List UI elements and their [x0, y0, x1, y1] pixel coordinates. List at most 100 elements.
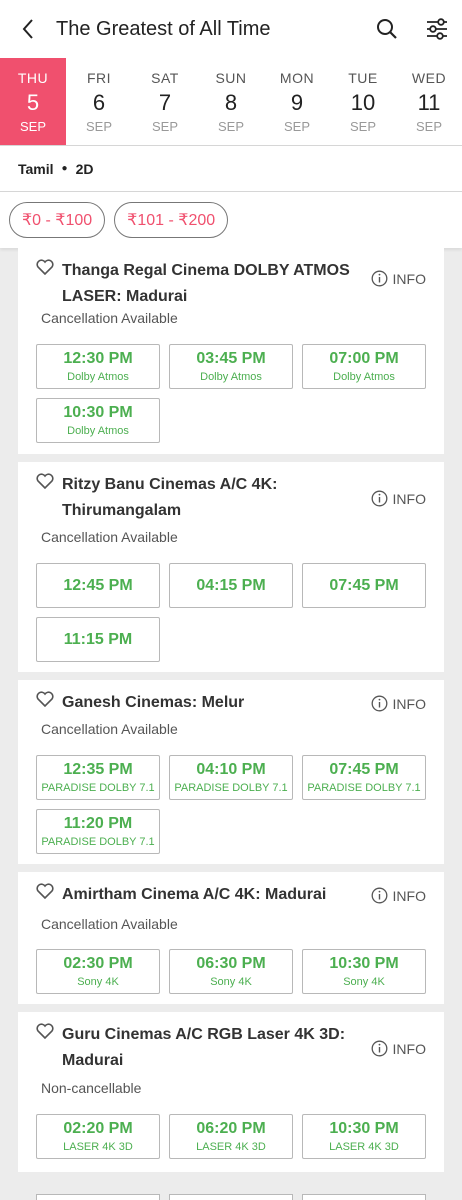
showtime-button[interactable]: 04:10 PM PARADISE DOLBY 7.1: [169, 755, 293, 800]
show-format: Sony 4K: [343, 976, 385, 988]
showtime-button[interactable]: 12:35 PM PARADISE DOLBY 7.1: [36, 755, 160, 800]
cinema-header: Ganesh Cinemas: Melur: [36, 690, 426, 716]
date-num: 10: [350, 90, 376, 115]
show-format: PARADISE DOLBY 7.1: [307, 782, 421, 794]
show-format: PARADISE DOLBY 7.1: [174, 782, 288, 794]
date-thu-5[interactable]: THU 5 SEP: [0, 58, 66, 145]
showtime-button[interactable]: 06:20 PM LASER 4K 3D: [169, 1114, 293, 1159]
showtime-button[interactable]: 07:45 PM PARADISE DOLBY 7.1: [302, 755, 426, 800]
date-dow: TUE: [348, 70, 378, 86]
cinema-name[interactable]: Thanga Regal Cinema DOLBY ATMOS LASER: M…: [62, 258, 362, 310]
showtime-button[interactable]: 03:45 PM Dolby Atmos: [169, 344, 293, 389]
next-showtime-button[interactable]: [302, 1194, 426, 1200]
back-button[interactable]: [0, 0, 56, 58]
showtime-button[interactable]: 12:30 PM Dolby Atmos: [36, 344, 160, 389]
date-num: 6: [92, 90, 106, 115]
info-button[interactable]: INFO: [371, 695, 426, 712]
show-format: Dolby Atmos: [333, 371, 395, 383]
showtime-button[interactable]: 06:30 PM Sony 4K: [169, 949, 293, 994]
date-mon-9[interactable]: MON 9 SEP: [264, 58, 330, 145]
date-sat-7[interactable]: SAT 7 SEP: [132, 58, 198, 145]
next-showtime-button[interactable]: [36, 1194, 160, 1200]
price-chip-101-200[interactable]: ₹101 - ₹200: [114, 202, 229, 238]
info-button[interactable]: INFO: [371, 1040, 426, 1057]
date-num: 11: [417, 90, 441, 115]
language-label: Tamil: [18, 160, 54, 177]
date-dow: SAT: [151, 70, 179, 86]
showtime-button[interactable]: 10:30 PM Sony 4K: [302, 949, 426, 994]
showtime-button[interactable]: 11:15 PM: [36, 617, 160, 662]
showtime-button[interactable]: 11:20 PM PARADISE DOLBY 7.1: [36, 809, 160, 854]
info-button[interactable]: INFO: [371, 887, 426, 904]
date-num: 7: [158, 90, 172, 115]
language-format-filter[interactable]: Tamil ● 2D: [0, 146, 462, 192]
cinema-name[interactable]: Amirtham Cinema A/C 4K: Madurai: [62, 882, 362, 908]
showtime-button[interactable]: 12:45 PM: [36, 563, 160, 608]
show-format: LASER 4K 3D: [196, 1141, 266, 1153]
show-format: Dolby Atmos: [67, 425, 129, 437]
cinema-card: Thanga Regal Cinema DOLBY ATMOS LASER: M…: [18, 248, 444, 462]
info-icon: [371, 270, 387, 287]
price-chip-0-100[interactable]: ₹0 - ₹100: [9, 202, 106, 238]
cinema-name[interactable]: Ganesh Cinemas: Melur: [62, 690, 362, 716]
showtime-button[interactable]: 02:30 PM Sony 4K: [36, 949, 160, 994]
date-tue-10[interactable]: TUE 10 SEP: [330, 58, 396, 145]
info-icon: [371, 1040, 387, 1057]
heart-icon[interactable]: [36, 258, 62, 310]
info-button[interactable]: INFO: [371, 490, 426, 507]
showtime: 10:30 PM: [329, 1120, 399, 1137]
cancellation-status: Cancellation Available: [41, 721, 178, 737]
cinema-header: Amirtham Cinema A/C 4K: Madurai: [36, 882, 426, 908]
cinema-name[interactable]: Guru Cinemas A/C RGB Laser 4K 3D: Madura…: [62, 1022, 362, 1074]
cinema-list: Thanga Regal Cinema DOLBY ATMOS LASER: M…: [18, 248, 444, 1180]
search-button[interactable]: [362, 0, 412, 58]
heart-icon[interactable]: [36, 690, 62, 716]
cinema-card: Ganesh Cinemas: Melur INFO Cancellation …: [18, 680, 444, 872]
heart-icon[interactable]: [36, 472, 62, 524]
filter-button[interactable]: [412, 0, 462, 58]
date-dow: FRI: [86, 70, 112, 86]
format-label: 2D: [75, 160, 94, 177]
cinema-name[interactable]: Ritzy Banu Cinemas A/C 4K: Thirumangalam: [62, 472, 362, 524]
showtime: 07:00 PM: [329, 350, 399, 367]
info-icon: [371, 695, 387, 712]
showtime: 12:45 PM: [63, 576, 133, 594]
showtime-button[interactable]: 10:30 PM LASER 4K 3D: [302, 1114, 426, 1159]
showtime-button[interactable]: 04:15 PM: [169, 563, 293, 608]
showtime-button[interactable]: 07:45 PM: [302, 563, 426, 608]
show-format: LASER 4K 3D: [329, 1141, 399, 1153]
cancellation-status: Cancellation Available: [41, 310, 178, 326]
search-icon: [377, 19, 397, 39]
cinema-header: Guru Cinemas A/C RGB Laser 4K 3D: Madura…: [36, 1022, 426, 1074]
chevron-left-icon: [22, 19, 33, 39]
date-wed-11[interactable]: WED 11 SEP: [396, 58, 462, 145]
date-fri-6[interactable]: FRI 6 SEP: [66, 58, 132, 145]
info-icon: [371, 887, 387, 904]
heart-icon[interactable]: [36, 1022, 62, 1074]
date-num: 9: [290, 90, 304, 115]
heart-icon[interactable]: [36, 882, 62, 908]
showtime: 07:45 PM: [329, 576, 399, 594]
next-showtime-button[interactable]: [169, 1194, 293, 1200]
showtime: 02:30 PM: [63, 955, 133, 972]
showtime: 11:20 PM: [63, 815, 133, 832]
info-icon: [371, 490, 387, 507]
show-format: Sony 4K: [77, 976, 119, 988]
showtime: 06:30 PM: [196, 955, 266, 972]
date-month: SEP: [349, 119, 376, 134]
cancellation-status: Cancellation Available: [41, 529, 178, 545]
info-button[interactable]: INFO: [371, 270, 426, 287]
info-label: INFO: [392, 695, 426, 712]
showtime: 10:30 PM: [329, 955, 399, 972]
date-dow: WED: [411, 70, 447, 86]
info-label: INFO: [392, 270, 426, 287]
date-sun-8[interactable]: SUN 8 SEP: [198, 58, 264, 145]
showtime-button[interactable]: 02:20 PM LASER 4K 3D: [36, 1114, 160, 1159]
showtime: 03:45 PM: [196, 350, 266, 367]
cinema-header: Ritzy Banu Cinemas A/C 4K: Thirumangalam: [36, 472, 426, 524]
cinema-card: Guru Cinemas A/C RGB Laser 4K 3D: Madura…: [18, 1012, 444, 1180]
showtime-button[interactable]: 07:00 PM Dolby Atmos: [302, 344, 426, 389]
showtime: 07:45 PM: [329, 761, 399, 778]
showtime-button[interactable]: 10:30 PM Dolby Atmos: [36, 398, 160, 443]
date-num: 5: [26, 90, 40, 115]
